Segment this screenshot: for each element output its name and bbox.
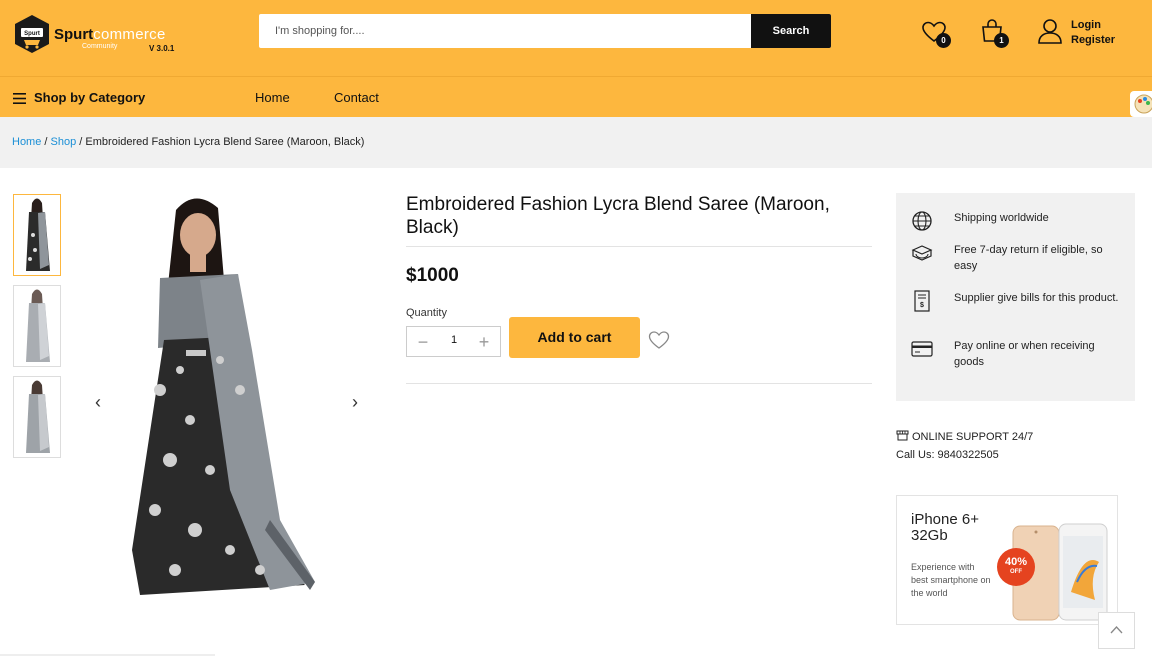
chevron-left-icon[interactable]: ‹ bbox=[95, 392, 101, 413]
user-icon[interactable] bbox=[1037, 17, 1063, 45]
chevron-right-icon[interactable]: › bbox=[352, 392, 358, 413]
support-heading: ONLINE SUPPORT 24/7 bbox=[896, 428, 1033, 446]
svg-text:Spurt: Spurt bbox=[24, 31, 40, 37]
divider bbox=[406, 383, 872, 384]
account-links: Login Register bbox=[1071, 18, 1115, 48]
logo-wordmark: Spurtcommerce bbox=[54, 26, 166, 43]
divider bbox=[406, 246, 872, 247]
svg-text:$: $ bbox=[920, 302, 924, 309]
info-text: Shipping worldwide bbox=[954, 212, 1049, 224]
discount-percent: 40% bbox=[1004, 556, 1028, 568]
info-text: Supplier give bills for this product. bbox=[954, 292, 1119, 304]
cart-button[interactable]: 1 bbox=[979, 18, 1009, 48]
search-input[interactable] bbox=[259, 14, 751, 48]
shop-by-category-menu[interactable]: Shop by Category bbox=[13, 90, 145, 105]
main-nav: Shop by Category Home Contact bbox=[0, 76, 1152, 117]
saree-thumbnail-image bbox=[26, 198, 50, 271]
logo-badge-icon: Spurt bbox=[15, 15, 49, 53]
logo[interactable]: Spurt Spurtcommerce Community V 3.0.1 bbox=[12, 14, 192, 58]
bill-icon: $ bbox=[914, 290, 930, 312]
theme-switcher-tab[interactable] bbox=[1130, 91, 1152, 117]
register-link[interactable]: Register bbox=[1071, 33, 1115, 48]
cart-count-badge: 1 bbox=[994, 33, 1009, 48]
breadcrumb-current: Embroidered Fashion Lycra Blend Saree (M… bbox=[85, 136, 365, 148]
product-title: Embroidered Fashion Lycra Blend Saree (M… bbox=[406, 194, 830, 238]
service-info-box: Shipping worldwide Free 7-day return if … bbox=[896, 193, 1135, 401]
breadcrumb-shop[interactable]: Shop bbox=[51, 136, 77, 148]
card-icon bbox=[911, 341, 933, 357]
online-support: ONLINE SUPPORT 24/7 Call Us: 9840322505 bbox=[896, 428, 1033, 464]
promo-banner[interactable]: iPhone 6+ 32Gb Experience with best smar… bbox=[896, 495, 1118, 625]
plus-icon[interactable]: + bbox=[476, 333, 492, 351]
saree-thumbnail-image bbox=[26, 380, 50, 453]
product-thumbnail[interactable] bbox=[13, 194, 61, 276]
return-box-icon bbox=[911, 245, 933, 261]
breadcrumb: Home / Shop / Embroidered Fashion Lycra … bbox=[12, 136, 364, 148]
breadcrumb-home[interactable]: Home bbox=[12, 136, 41, 148]
search-bar: Search bbox=[259, 14, 831, 48]
product-thumbnail[interactable] bbox=[13, 376, 61, 458]
top-header: Spurt Spurtcommerce Community V 3.0.1 Se… bbox=[0, 0, 1152, 76]
logo-version: V 3.0.1 bbox=[149, 44, 175, 53]
discount-off-label: OFF bbox=[1010, 569, 1022, 575]
minus-icon[interactable]: − bbox=[415, 333, 431, 351]
store-icon bbox=[896, 430, 909, 441]
quantity-input[interactable]: 1 bbox=[437, 334, 471, 346]
scroll-to-top-button[interactable] bbox=[1098, 612, 1135, 649]
breadcrumb-bar: Home / Shop / Embroidered Fashion Lycra … bbox=[0, 117, 1152, 168]
wishlist-button[interactable]: 0 bbox=[921, 20, 951, 48]
product-main-image bbox=[132, 198, 315, 595]
login-link[interactable]: Login bbox=[1071, 18, 1115, 33]
product-thumbnail[interactable] bbox=[13, 285, 61, 367]
logo-subtitle: Community bbox=[82, 43, 118, 50]
add-to-cart-button[interactable]: Add to cart bbox=[509, 317, 640, 358]
category-menu-label: Shop by Category bbox=[34, 90, 146, 105]
info-text: Free 7-day return if eligible, so easy bbox=[954, 244, 1103, 272]
nav-link-contact[interactable]: Contact bbox=[334, 90, 379, 105]
quantity-label: Quantity bbox=[406, 307, 447, 319]
chevron-up-icon bbox=[1110, 626, 1123, 634]
discount-badge: 40% OFF bbox=[997, 548, 1035, 586]
info-text: Pay online or when receiving goods bbox=[954, 340, 1095, 368]
support-heading-text: ONLINE SUPPORT 24/7 bbox=[912, 431, 1034, 443]
wishlist-count-badge: 0 bbox=[936, 33, 951, 48]
support-phone[interactable]: Call Us: 9840322505 bbox=[896, 446, 1033, 464]
saree-thumbnail-image bbox=[26, 289, 50, 362]
wishlist-heart-icon[interactable] bbox=[648, 330, 670, 350]
promo-title: iPhone 6+ 32Gb bbox=[911, 511, 979, 544]
palette-icon bbox=[1134, 94, 1152, 114]
hamburger-icon bbox=[13, 93, 26, 105]
logo-word-light: commerce bbox=[93, 26, 166, 43]
product-price: $1000 bbox=[406, 265, 459, 286]
logo-word-bold: Spurt bbox=[54, 26, 94, 43]
globe-icon bbox=[912, 211, 932, 231]
nav-link-home[interactable]: Home bbox=[255, 90, 290, 105]
search-button[interactable]: Search bbox=[751, 14, 831, 48]
promo-subtitle: Experience with best smartphone on the w… bbox=[911, 562, 991, 598]
quantity-stepper: − 1 + bbox=[406, 326, 501, 357]
